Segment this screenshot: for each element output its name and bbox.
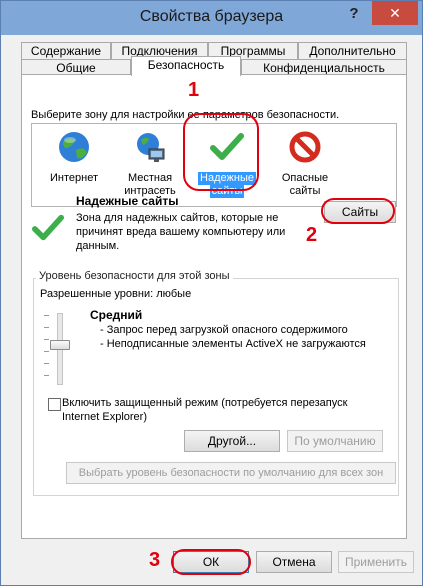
annotation-ring-ok-button <box>171 549 251 575</box>
zone-info-description: Зона для надежных сайтов, которые не при… <box>76 212 286 252</box>
tab-security[interactable]: Безопасность <box>131 56 241 76</box>
annotation-number-1: 1 <box>188 79 200 101</box>
level-bullet-2: - Неподписанные элементы ActiveX не загр… <box>100 338 366 350</box>
annotation-ring-trusted-zone <box>183 113 259 191</box>
slider-thumb[interactable] <box>50 340 70 350</box>
trusted-checkmark-icon <box>32 214 64 241</box>
restricted-icon <box>289 131 321 163</box>
zone-local-intranet[interactable]: Местная интрасеть <box>110 130 190 198</box>
annotation-number-3: 3 <box>149 549 161 571</box>
security-level-title: Уровень безопасности для этой зоны <box>36 270 233 282</box>
zone-restricted-label-1: Опасные <box>281 172 329 184</box>
help-button[interactable]: ? <box>341 3 367 25</box>
protected-mode-label-1: Включить защищенный режим (потребуется п… <box>62 397 348 409</box>
level-bullet-1: - Запрос перед загрузкой опасного содерж… <box>100 324 348 336</box>
slider-tick <box>44 327 49 328</box>
globe-icon <box>59 132 89 162</box>
annotation-ring-sites-button <box>321 198 395 224</box>
custom-level-button[interactable]: Другой... <box>184 430 280 452</box>
slider-tick <box>44 375 49 376</box>
tab-content[interactable]: Содержание <box>21 42 111 59</box>
default-level-button[interactable]: По умолчанию <box>287 430 383 452</box>
intranet-icon <box>137 133 165 162</box>
zone-restricted-label-2: сайты <box>289 185 321 197</box>
zone-internet-label: Интернет <box>50 172 98 184</box>
slider-tick <box>44 351 49 352</box>
cancel-button[interactable]: Отмена <box>256 551 332 573</box>
reset-all-zones-button[interactable]: Выбрать уровень безопасности по умолчани… <box>66 462 396 484</box>
apply-button[interactable]: Применить <box>338 551 414 573</box>
zone-intranet-label-1: Местная <box>127 172 173 184</box>
slider-tick <box>44 315 49 316</box>
zone-restricted-sites[interactable]: Опасные сайты <box>265 130 345 198</box>
title-bar: Свойства браузера ? ✕ <box>1 1 422 35</box>
tab-advanced[interactable]: Дополнительно <box>298 42 407 59</box>
annotation-number-2: 2 <box>306 224 318 246</box>
slider-tick <box>44 339 49 340</box>
browser-properties-window: Свойства браузера ? ✕ Содержание Подключ… <box>0 0 423 586</box>
close-button[interactable]: ✕ <box>372 1 418 25</box>
slider-tick <box>44 363 49 364</box>
zone-info-title: Надежные сайты <box>76 194 179 208</box>
protected-mode-label-2: Internet Explorer) <box>62 411 147 423</box>
security-level-name: Средний <box>90 308 143 322</box>
protected-mode-checkbox[interactable] <box>48 398 61 411</box>
zone-internet[interactable]: Интернет <box>34 130 114 185</box>
allowed-levels: Разрешенные уровни: любые <box>40 288 192 300</box>
